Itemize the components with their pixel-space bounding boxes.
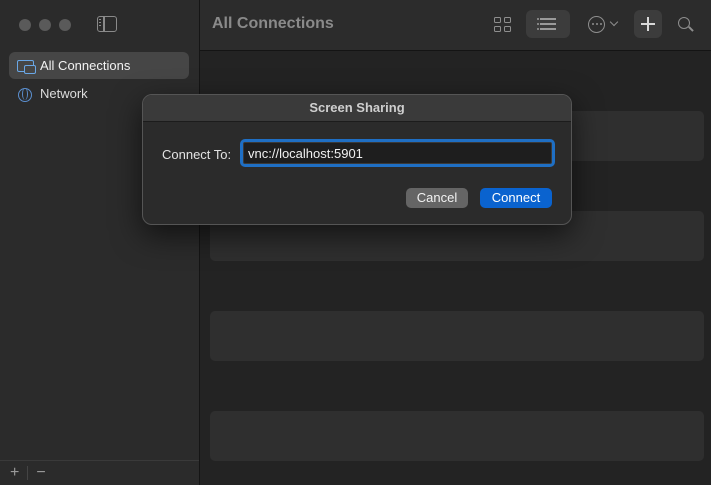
minimize-window-button[interactable] <box>39 19 51 31</box>
chevron-down-icon <box>609 17 619 27</box>
address-input[interactable] <box>240 139 555 167</box>
screen-sharing-window: All Connections Network + − All Connecti… <box>0 0 711 485</box>
add-button[interactable] <box>634 10 662 38</box>
main-content: All Connections <box>200 0 711 485</box>
ellipsis-circle-icon <box>588 16 605 33</box>
footer-divider <box>27 466 29 480</box>
connect-to-label: Connect To: <box>162 147 232 162</box>
sidebar-item-all-connections[interactable]: All Connections <box>9 52 189 79</box>
toolbar: All Connections <box>200 0 711 51</box>
zoom-window-button[interactable] <box>59 19 71 31</box>
search-button[interactable] <box>674 10 698 38</box>
dialog-title: Screen Sharing <box>143 95 571 122</box>
window-controls <box>19 19 71 31</box>
monitor-icon <box>15 58 37 74</box>
connection-card[interactable] <box>210 411 704 461</box>
sidebar-toggle-icon[interactable] <box>97 16 117 32</box>
connect-button[interactable]: Connect <box>480 188 552 208</box>
grid-view-button[interactable] <box>490 10 516 38</box>
more-actions-button[interactable] <box>586 10 622 38</box>
globe-icon <box>15 86 37 102</box>
page-title: All Connections <box>212 15 334 32</box>
connect-dialog: Screen Sharing Connect To: Cancel Connec… <box>142 94 572 225</box>
remove-connection-button[interactable]: − <box>36 465 45 481</box>
connection-card[interactable] <box>210 311 704 361</box>
sidebar-item-label: All Connections <box>40 58 131 73</box>
add-connection-button[interactable]: + <box>10 465 19 481</box>
list-view-button[interactable] <box>526 10 570 38</box>
sidebar-footer: + − <box>0 460 199 485</box>
sidebar: All Connections Network + − <box>0 0 200 485</box>
cancel-button[interactable]: Cancel <box>406 188 468 208</box>
sidebar-item-label: Network <box>40 86 88 101</box>
close-window-button[interactable] <box>19 19 31 31</box>
